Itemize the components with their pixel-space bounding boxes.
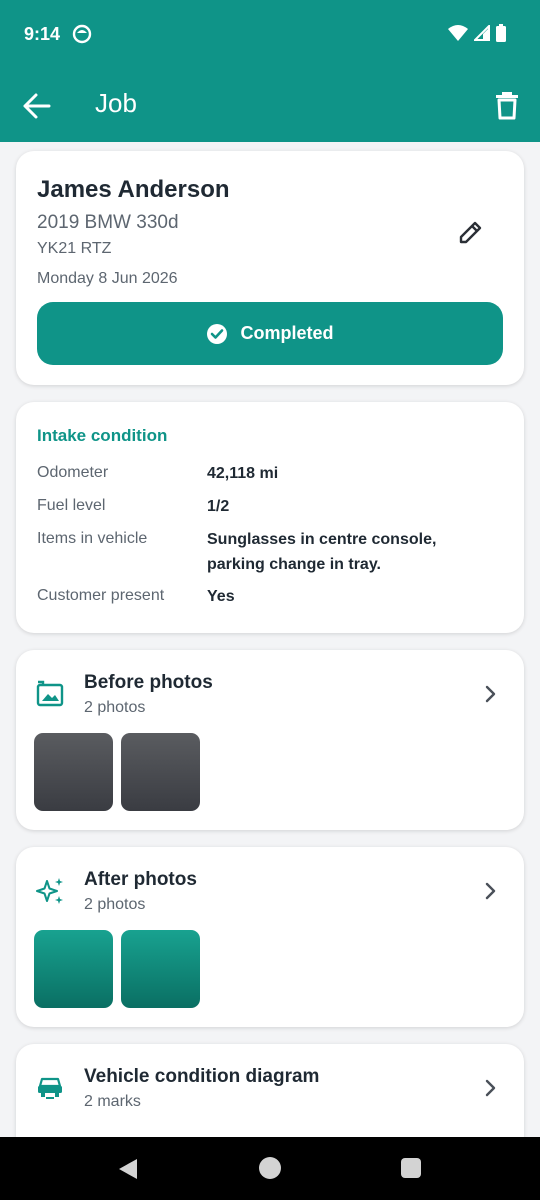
before-photo-thumbnails [34, 733, 200, 811]
chevron-right-icon[interactable] [484, 1078, 498, 1098]
chevron-right-icon[interactable] [484, 881, 498, 901]
odometer-value: 42,118 mi [207, 465, 279, 482]
sparkles-icon [36, 878, 63, 904]
photo-thumbnail[interactable] [34, 733, 113, 811]
after-photos-title: After photos [84, 869, 197, 890]
customer-present-label: Customer present [37, 587, 165, 604]
signal-icon [474, 25, 490, 41]
status-bar: 9:14 [0, 0, 540, 68]
chevron-right-icon[interactable] [484, 684, 498, 704]
customer-present-value: Yes [207, 588, 235, 605]
photo-thumbnail[interactable] [34, 930, 113, 1008]
section-title: Intake condition [37, 426, 168, 445]
job-date: Monday 8 Jun 2026 [37, 270, 178, 287]
before-photos-card[interactable]: Before photos 2 photos [16, 650, 524, 830]
items-in-vehicle-label: Items in vehicle [37, 530, 148, 547]
diagram-count: 2 marks [84, 1093, 141, 1110]
notification-icon [72, 24, 92, 44]
delete-icon[interactable] [494, 90, 520, 120]
system-navigation-bar [0, 1137, 540, 1200]
nav-home-icon[interactable] [259, 1157, 281, 1179]
status-icons [448, 24, 506, 42]
completed-status-button[interactable]: Completed [37, 302, 503, 365]
car-icon [38, 1077, 62, 1099]
fuel-level-label: Fuel level [37, 497, 106, 514]
license-plate: YK21 RTZ [37, 240, 112, 257]
job-summary-card: James Anderson 2019 BMW 330d YK21 RTZ Mo… [16, 151, 524, 385]
back-arrow-icon[interactable] [22, 92, 52, 120]
before-photos-title: Before photos [84, 672, 213, 693]
edit-pencil-icon[interactable] [458, 219, 484, 245]
after-photos-card[interactable]: After photos 2 photos [16, 847, 524, 1027]
before-photos-count: 2 photos [84, 699, 146, 716]
image-icon [36, 680, 64, 707]
intake-condition-card: Intake condition Odometer 42,118 mi Fuel… [16, 402, 524, 633]
nav-recents-icon[interactable] [401, 1158, 421, 1178]
fuel-level-value: 1/2 [207, 498, 230, 515]
odometer-label: Odometer [37, 464, 109, 481]
vehicle-model: 2019 BMW 330d [37, 212, 179, 233]
nav-back-icon[interactable] [116, 1157, 140, 1181]
items-in-vehicle-value: Sunglasses in centre console, parking ch… [207, 531, 437, 573]
page-title: Job [95, 88, 137, 118]
photo-thumbnail[interactable] [121, 733, 200, 811]
check-circle-icon [207, 323, 228, 344]
app-bar: Job [0, 68, 540, 142]
battery-icon [496, 24, 506, 42]
photo-thumbnail[interactable] [121, 930, 200, 1008]
customer-name: James Anderson [37, 176, 230, 203]
status-time: 9:14 [24, 24, 61, 44]
wifi-icon [448, 25, 468, 41]
diagram-title: Vehicle condition diagram [84, 1066, 320, 1087]
status-label: Completed [240, 323, 334, 343]
after-photo-thumbnails [34, 930, 200, 1008]
after-photos-count: 2 photos [84, 896, 146, 913]
